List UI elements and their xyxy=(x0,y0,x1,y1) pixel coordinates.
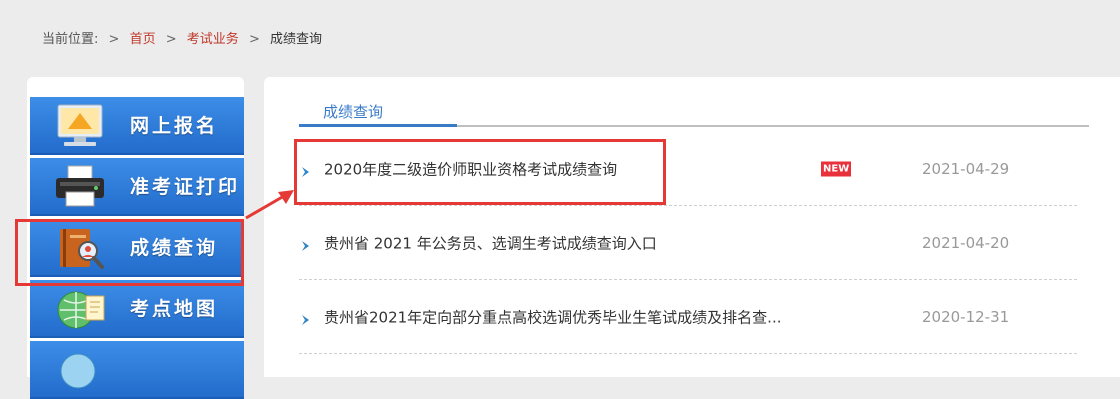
sidebar-item-label: 准考证打印 xyxy=(130,176,241,198)
breadcrumb-home-link[interactable]: 首页 xyxy=(130,32,156,47)
news-title-link[interactable]: 贵州省 2021 年公务员、选调生考试成绩查询入口 xyxy=(324,233,657,254)
printer-icon xyxy=(52,164,108,210)
sidebar-highlight-box xyxy=(15,219,244,286)
news-date: 2020-12-31 xyxy=(922,308,1010,326)
computer-icon xyxy=(52,103,108,149)
bullet-arrow-icon xyxy=(301,311,311,330)
breadcrumb-current: 成绩查询 xyxy=(269,32,322,47)
breadcrumb: 当前位置: > 首页 > 考试业务 > 成绩查询 xyxy=(42,28,322,47)
breadcrumb-separator: > xyxy=(248,32,260,47)
globe-map-icon xyxy=(52,286,108,332)
list-item[interactable]: 贵州省 2021 年公务员、选调生考试成绩查询入口 2021-04-20 xyxy=(299,206,1077,280)
tab-underline xyxy=(299,124,457,127)
breadcrumb-separator: > xyxy=(108,32,120,47)
news-date: 2021-04-20 xyxy=(922,234,1010,252)
sidebar-item-exam-site-map[interactable]: 考点地图 xyxy=(30,280,244,338)
row-divider xyxy=(299,353,1077,354)
news-highlight-box xyxy=(294,139,666,205)
red-arrow-icon xyxy=(245,190,294,220)
sidebar-item-label: 考点地图 xyxy=(130,298,219,320)
news-title-link[interactable]: 贵州省2021年定向部分重点高校选调优秀毕业生笔试成绩及排名查... xyxy=(324,307,781,328)
sidebar-item-label: 网上报名 xyxy=(130,115,219,137)
breadcrumb-prefix: 当前位置: xyxy=(42,32,99,47)
breadcrumb-exam-business-link[interactable]: 考试业务 xyxy=(187,32,239,47)
bullet-arrow-icon xyxy=(301,237,311,256)
content-panel: 成绩查询 2020年度二级造价师职业资格考试成绩查询 NEW 2021-04-2… xyxy=(264,77,1120,377)
sidebar-item-online-registration[interactable]: 网上报名 xyxy=(30,97,244,155)
news-date: 2021-04-29 xyxy=(922,160,1010,178)
tab-label: 成绩查询 xyxy=(323,103,384,121)
tab-score-inquiry[interactable]: 成绩查询 xyxy=(299,101,457,127)
globe-icon xyxy=(52,347,108,393)
breadcrumb-separator: > xyxy=(165,32,177,47)
sidebar-item-admission-ticket-print[interactable]: 准考证打印 xyxy=(30,158,244,216)
sidebar-item-5[interactable] xyxy=(30,341,244,399)
list-item[interactable]: 贵州省2021年定向部分重点高校选调优秀毕业生笔试成绩及排名查... 2020-… xyxy=(299,280,1077,354)
new-badge: NEW xyxy=(821,161,852,177)
